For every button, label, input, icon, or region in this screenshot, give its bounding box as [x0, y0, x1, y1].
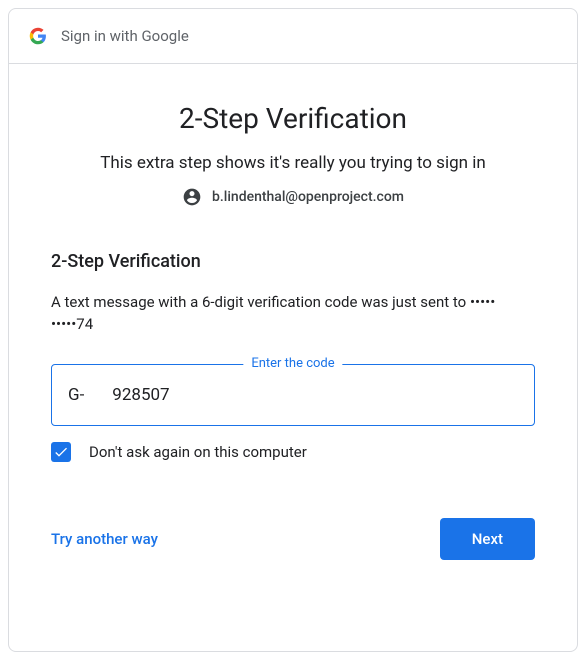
next-button[interactable]: Next — [440, 518, 535, 560]
header: Sign in with Google — [9, 9, 577, 64]
remember-checkbox-row: Don't ask again on this computer — [51, 442, 535, 462]
verification-message: A text message with a 6-digit verificati… — [51, 292, 535, 336]
account-icon — [182, 187, 202, 207]
remember-checkbox-label: Don't ask again on this computer — [89, 443, 307, 461]
account-email: b.lindenthal@openproject.com — [212, 189, 404, 205]
code-prefix: G- — [68, 385, 84, 405]
checkmark-icon — [53, 444, 69, 460]
section-title: 2-Step Verification — [51, 251, 535, 272]
signin-card: Sign in with Google 2-Step Verification … — [8, 8, 578, 652]
remember-checkbox[interactable] — [51, 442, 71, 462]
page-subtitle: This extra step shows it's really you tr… — [51, 153, 535, 173]
content-area: 2-Step Verification This extra step show… — [9, 64, 577, 560]
code-input-wrapper[interactable]: Enter the code G- — [51, 364, 535, 426]
actions-row: Try another way Next — [51, 518, 535, 560]
page-title: 2-Step Verification — [51, 102, 535, 135]
google-logo-icon — [29, 27, 47, 45]
code-input-label: Enter the code — [243, 356, 342, 371]
account-identifier: b.lindenthal@openproject.com — [51, 187, 535, 207]
header-title: Sign in with Google — [61, 27, 189, 45]
code-input[interactable] — [112, 385, 518, 405]
try-another-way-link[interactable]: Try another way — [51, 530, 158, 548]
